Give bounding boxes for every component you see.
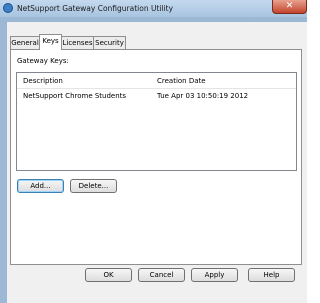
- gateway-keys-list[interactable]: Description Creation Date NetSupport Chr…: [16, 72, 297, 171]
- key-creation-date: Tue Apr 03 10:50:19 2012: [157, 92, 249, 100]
- help-button[interactable]: Help: [248, 268, 295, 282]
- netsupport-app-icon: [3, 3, 13, 13]
- title-bar[interactable]: NetSupport Gateway Configuration Utility…: [0, 0, 307, 17]
- gateway-keys-label: Gateway Keys:: [17, 57, 69, 65]
- dialog-body: General Keys Licenses Security Gateway K…: [7, 22, 307, 303]
- window-title: NetSupport Gateway Configuration Utility: [17, 4, 174, 13]
- list-header: Description Creation Date: [17, 73, 296, 89]
- tab-licenses[interactable]: Licenses: [61, 36, 94, 49]
- key-description: NetSupport Chrome Students: [23, 92, 127, 100]
- tab-keys[interactable]: Keys: [39, 34, 62, 50]
- ok-button[interactable]: OK: [85, 268, 132, 282]
- column-header-creation-date[interactable]: Creation Date: [157, 77, 206, 85]
- column-header-description[interactable]: Description: [23, 77, 63, 85]
- close-icon[interactable]: ✕: [272, 0, 307, 14]
- apply-button[interactable]: Apply: [191, 268, 238, 282]
- tab-general[interactable]: General: [10, 36, 40, 49]
- keys-tab-panel: Gateway Keys: Description Creation Date …: [10, 49, 302, 265]
- tab-security[interactable]: Security: [93, 36, 126, 49]
- add-key-button[interactable]: Add...: [17, 179, 64, 193]
- list-item[interactable]: NetSupport Chrome Students Tue Apr 03 10…: [17, 90, 296, 102]
- cancel-button[interactable]: Cancel: [138, 268, 185, 282]
- delete-key-button[interactable]: Delete...: [70, 179, 117, 193]
- app-window: NetSupport Gateway Configuration Utility…: [0, 0, 307, 303]
